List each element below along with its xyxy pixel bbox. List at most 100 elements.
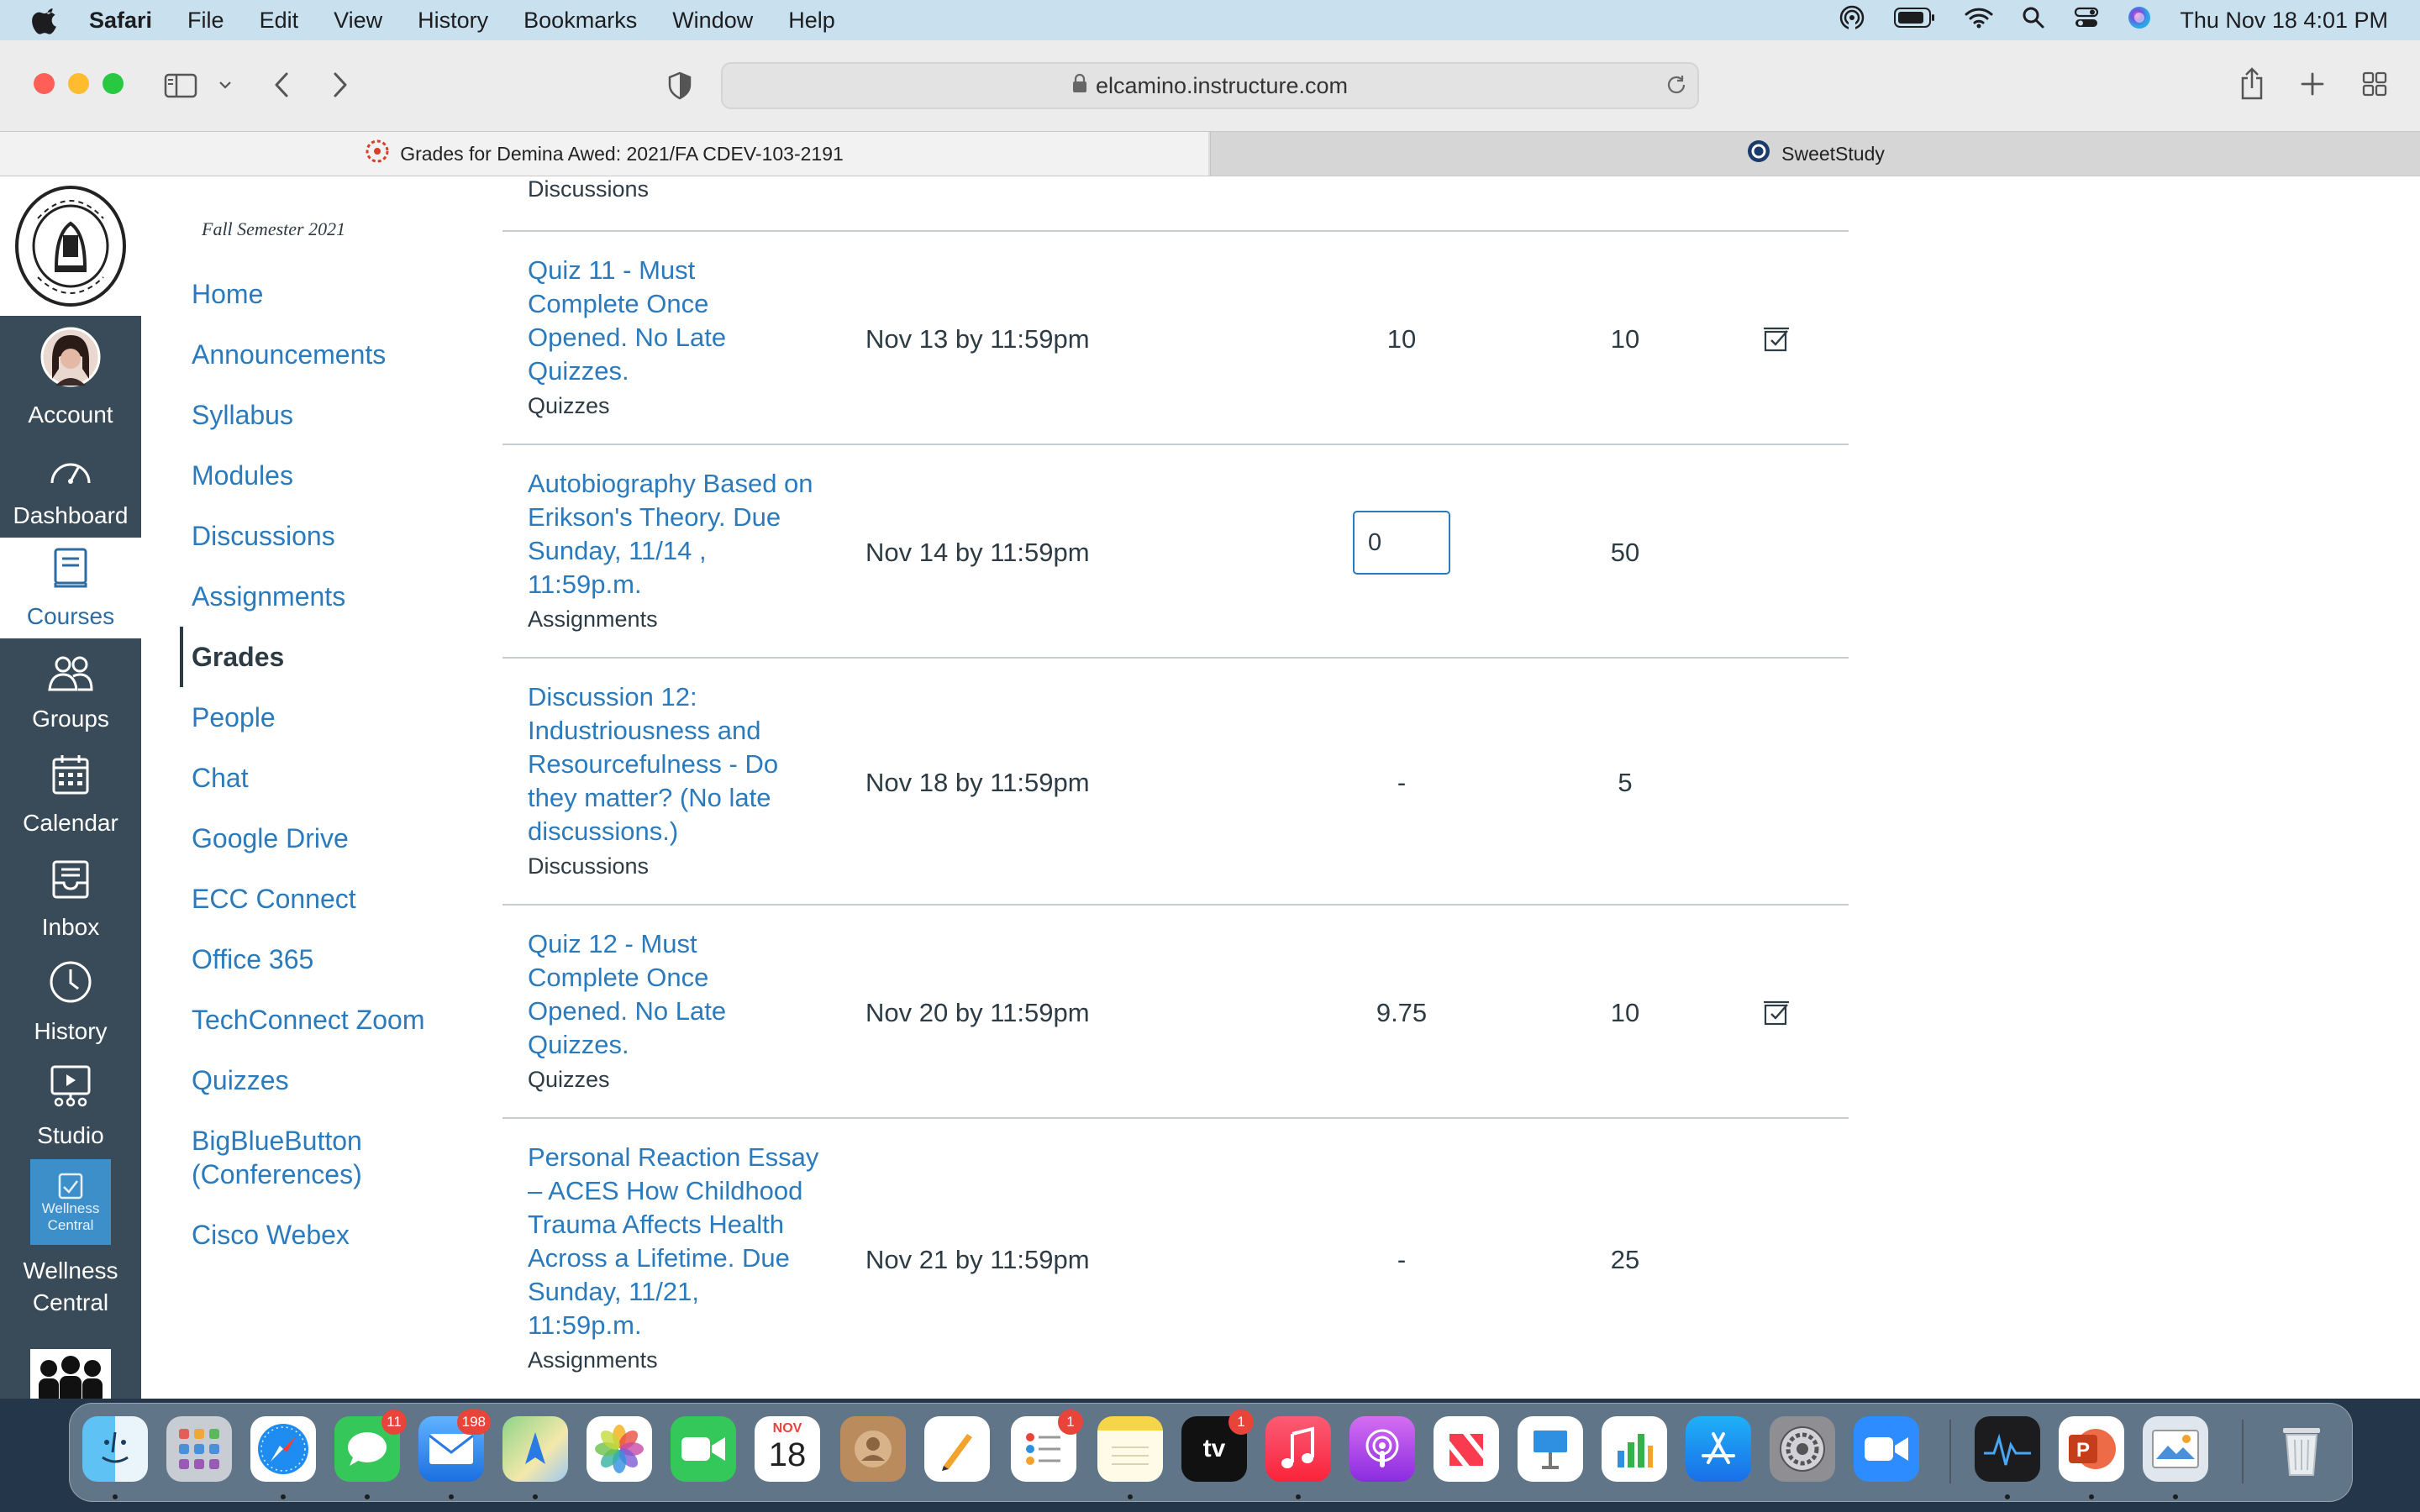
global-nav-groups[interactable]: Groups <box>0 640 141 741</box>
global-nav-studio[interactable]: Studio <box>0 1057 141 1158</box>
course-nav-google-drive[interactable]: Google Drive <box>192 822 349 855</box>
global-nav-courses[interactable]: Courses <box>0 538 141 638</box>
keynote-icon[interactable] <box>1518 1416 1583 1482</box>
assignment-points-possible: 25 <box>1610 1245 1640 1274</box>
running-indicator <box>281 1494 286 1499</box>
course-nav-grades[interactable]: Grades <box>192 640 284 674</box>
assignment-title-link[interactable]: Autobiography Based on Erikson's Theory.… <box>528 467 813 601</box>
global-nav-account[interactable]: Account <box>0 327 141 437</box>
title-line: Sunday, 11/14 , <box>528 536 707 565</box>
assignment-title-link[interactable]: Personal Reaction Essay – ACES How Child… <box>528 1141 818 1342</box>
system-preferences-icon[interactable] <box>1770 1416 1835 1482</box>
new-tab-icon[interactable] <box>2297 69 2328 99</box>
close-window-button[interactable] <box>34 73 55 94</box>
sidebar-toggle-icon[interactable] <box>163 69 198 102</box>
title-line: Opened. No Late <box>528 323 727 352</box>
global-nav-history[interactable]: History <box>0 953 141 1053</box>
back-icon[interactable] <box>269 67 294 102</box>
course-nav-discussions[interactable]: Discussions <box>192 519 335 553</box>
course-nav-assignments[interactable]: Assignments <box>192 580 345 613</box>
calendar-app-icon[interactable]: NOV 18 <box>755 1416 820 1482</box>
course-nav-chat[interactable]: Chat <box>192 761 249 795</box>
contacts-icon[interactable] <box>840 1416 906 1482</box>
music-icon[interactable] <box>1265 1416 1331 1482</box>
assignment-title-link[interactable]: Quiz 11 - Must Complete Once Opened. No … <box>528 254 726 388</box>
menubar-clock[interactable]: Thu Nov 18 4:01 PM <box>2180 8 2388 34</box>
launchpad-icon[interactable] <box>166 1416 232 1482</box>
course-nav-quizzes[interactable]: Quizzes <box>192 1063 289 1097</box>
menu-bookmarks[interactable]: Bookmarks <box>523 8 637 34</box>
mail-icon[interactable]: 198 <box>418 1410 491 1482</box>
powerpoint-icon[interactable]: P <box>2059 1416 2124 1482</box>
course-nav-ecc-connect[interactable]: ECC Connect <box>192 882 356 916</box>
share-icon[interactable] <box>2235 64 2269 102</box>
chevron-down-icon[interactable] <box>217 74 234 96</box>
menu-history[interactable]: History <box>418 8 488 34</box>
row-divider <box>502 230 1849 232</box>
quiz-submission-details-icon[interactable] <box>1763 998 1791 1031</box>
facetime-icon[interactable] <box>671 1416 736 1482</box>
tab-grades[interactable]: Grades for Demina Awed: 2021/FA CDEV-103… <box>0 132 1208 176</box>
course-nav-people[interactable]: People <box>192 701 276 734</box>
course-nav-syllabus[interactable]: Syllabus <box>192 398 293 432</box>
what-if-score-input[interactable] <box>1353 511 1450 575</box>
trash-icon[interactable] <box>2269 1416 2334 1482</box>
podcasts-icon[interactable] <box>1349 1416 1415 1482</box>
global-nav-inbox[interactable]: Inbox <box>0 848 141 949</box>
course-nav-cisco-webex[interactable]: Cisco Webex <box>192 1218 350 1252</box>
menu-view[interactable]: View <box>334 8 382 34</box>
maps-icon[interactable] <box>502 1416 568 1482</box>
pages-icon[interactable] <box>924 1416 990 1482</box>
tab-overview-icon[interactable] <box>2360 69 2390 99</box>
tab-sweetstudy[interactable]: SweetStudy <box>1210 132 2420 176</box>
apple-tv-icon[interactable]: tv 1 <box>1181 1410 1254 1482</box>
minimize-window-button[interactable] <box>68 73 89 94</box>
assignment-type: Assignments <box>528 1347 658 1373</box>
menu-app-name[interactable]: Safari <box>89 8 152 34</box>
battery-icon[interactable] <box>1894 7 1936 34</box>
forward-icon[interactable] <box>328 67 353 102</box>
course-nav-office-365[interactable]: Office 365 <box>192 942 313 976</box>
menu-help[interactable]: Help <box>788 8 835 34</box>
finder-icon[interactable] <box>82 1416 148 1482</box>
app-store-icon[interactable] <box>1686 1416 1751 1482</box>
numbers-icon[interactable] <box>1602 1416 1667 1482</box>
global-nav-calendar[interactable]: Calendar <box>0 744 141 845</box>
el-camino-college-logo[interactable] <box>0 176 141 316</box>
account-avatar <box>40 327 101 393</box>
reminders-icon[interactable]: 1 <box>1011 1410 1083 1482</box>
course-nav-techconnect-zoom[interactable]: TechConnect Zoom <box>192 1003 424 1037</box>
global-nav-wellness-central[interactable]: Wellness Central Wellness Central <box>0 1159 141 1327</box>
airdrop-icon[interactable] <box>1839 4 1865 37</box>
quiz-submission-details-icon[interactable] <box>1763 324 1791 357</box>
photos-icon[interactable] <box>587 1416 652 1482</box>
assignment-title-link[interactable]: Discussion 12: Industriousness and Resou… <box>528 680 778 848</box>
address-bar[interactable]: elcamino.instructure.com <box>721 62 1699 109</box>
apple-menu-icon[interactable] <box>32 6 67 34</box>
course-nav-bigbluebutton[interactable]: BigBlueButton (Conferences) <box>192 1124 393 1191</box>
preview-icon[interactable] <box>2143 1416 2208 1482</box>
siri-icon[interactable] <box>2128 6 2151 35</box>
activity-monitor-icon[interactable] <box>1975 1416 2040 1482</box>
menu-window[interactable]: Window <box>672 8 753 34</box>
wifi-icon[interactable] <box>1965 7 1993 34</box>
course-nav-home[interactable]: Home <box>192 277 263 311</box>
zoom-window-button[interactable] <box>103 73 124 94</box>
messages-icon[interactable]: 11 <box>334 1410 407 1482</box>
spotlight-search-icon[interactable] <box>2022 6 2045 35</box>
notes-icon[interactable] <box>1097 1416 1163 1482</box>
zoom-icon[interactable] <box>1854 1416 1919 1482</box>
safari-icon[interactable] <box>250 1416 316 1482</box>
reload-icon[interactable] <box>1664 72 1689 103</box>
menu-edit[interactable]: Edit <box>260 8 299 34</box>
global-nav-dashboard[interactable]: Dashboard <box>0 437 141 538</box>
privacy-report-shield-icon[interactable] <box>664 69 696 102</box>
control-center-icon[interactable] <box>2074 6 2099 35</box>
menu-file[interactable]: File <box>187 8 224 34</box>
assignment-title-link[interactable]: Quiz 12 - Must Complete Once Opened. No … <box>528 927 726 1062</box>
global-nav-people-tile-icon[interactable] <box>30 1349 111 1399</box>
course-nav-modules[interactable]: Modules <box>192 459 293 492</box>
title-line: Sunday, 11/21, <box>528 1277 699 1306</box>
news-icon[interactable] <box>1434 1416 1499 1482</box>
course-nav-announcements[interactable]: Announcements <box>192 338 386 371</box>
